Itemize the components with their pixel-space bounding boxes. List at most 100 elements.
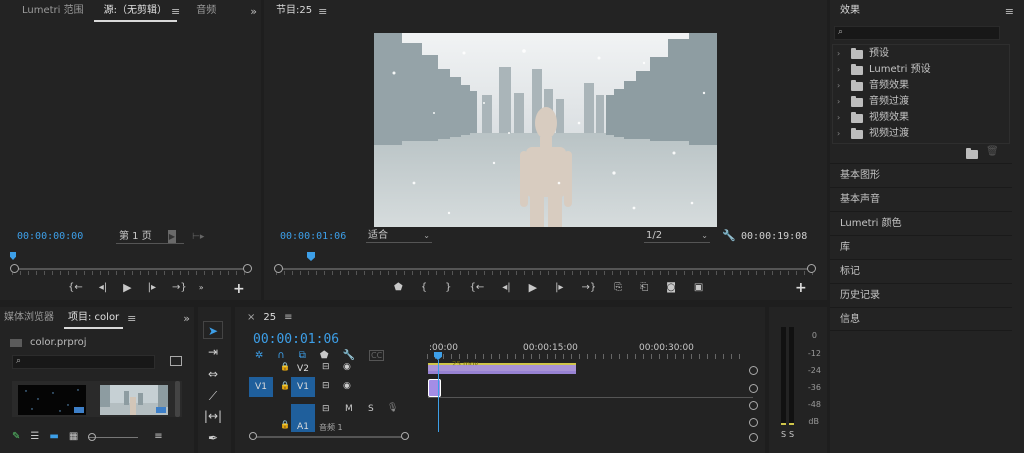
wrench-icon[interactable]: 🔧 (722, 229, 736, 242)
v-scroll-v2-handle[interactable] (749, 366, 758, 375)
section-essential-sound[interactable]: 基本声音 (830, 187, 1012, 211)
new-search-bin-icon[interactable] (170, 356, 182, 366)
v2-lock-icon[interactable]: 🔒 (280, 362, 290, 371)
marker-icon[interactable]: ⬟ (394, 282, 403, 293)
step-forward-icon[interactable]: |▸ (555, 282, 563, 293)
track-select-tool-icon[interactable]: ⇥ (203, 343, 223, 361)
a1-lock-icon[interactable]: 🔒 (280, 420, 290, 429)
project-expand-icon[interactable]: » (183, 312, 190, 325)
thumbnail-particles[interactable] (18, 385, 86, 415)
fx-item-audio-effects[interactable]: › 音频效果 (833, 78, 1009, 94)
source-timecode[interactable]: 00:00:00:00 (17, 231, 83, 242)
source-settings-icon[interactable]: ⊢▸ (192, 232, 204, 242)
tab-lumetri-scopes[interactable]: Lumetri 范围 (0, 0, 94, 22)
source-scrub-end[interactable] (243, 264, 252, 273)
zoom-slider-handle[interactable] (88, 432, 97, 441)
fit-dropdown[interactable]: 适合 ⌄ (366, 229, 432, 243)
mark-out-icon[interactable]: } (445, 282, 451, 293)
v2-sync-icon[interactable]: ⊟ (322, 362, 330, 372)
source-menu-icon[interactable]: ≡ (171, 5, 180, 18)
tab-program[interactable]: 节目:25 (264, 0, 322, 22)
track-v1-label[interactable]: V1 (291, 377, 315, 397)
tab-effects[interactable]: 效果 (830, 0, 870, 22)
extract-icon[interactable]: ⎗ (640, 282, 648, 293)
program-timecode[interactable]: 00:00:01:06 (280, 231, 346, 242)
project-scrollbar[interactable] (175, 381, 180, 417)
pen-tool-icon[interactable]: ✒ (203, 429, 223, 447)
program-scrub-start[interactable] (274, 264, 283, 273)
h-scroll-left-handle[interactable] (249, 432, 257, 440)
effects-menu-icon[interactable]: ≡ (1005, 5, 1014, 18)
a1-solo-button[interactable]: S (368, 404, 374, 414)
section-lumetri-color[interactable]: Lumetri 颜色 (830, 211, 1012, 235)
tab-project[interactable]: 项目: color (64, 307, 124, 329)
track-v2-label[interactable]: V2 (291, 359, 315, 379)
mark-in-icon[interactable]: { (421, 282, 427, 293)
solo-right-button[interactable]: S (789, 430, 794, 439)
quality-dropdown[interactable]: 1/2 ⌄ (644, 229, 710, 243)
effects-search-input[interactable]: ⌕ (834, 26, 1000, 40)
timeline-close-icon[interactable]: × (247, 312, 255, 323)
source-expand-icon[interactable]: » (250, 5, 257, 18)
timeline-ruler[interactable]: :00:00 00:00:15:00 00:00:30:00 (427, 341, 747, 361)
go-to-in-icon[interactable]: {← (469, 282, 484, 293)
selection-tool-icon[interactable]: ➤ (203, 321, 223, 339)
section-essential-graphics[interactable]: 基本图形 (830, 163, 1012, 187)
play-icon[interactable]: ▶ (529, 281, 537, 294)
project-search-input[interactable]: ⌕ (12, 355, 155, 369)
lift-icon[interactable]: ⎘ (614, 282, 622, 293)
thumbnail-city[interactable] (100, 385, 168, 415)
h-scroll-right-handle[interactable] (401, 432, 409, 440)
add-marker-icon[interactable]: ⬟ (320, 350, 329, 361)
source-scrubber[interactable] (10, 262, 252, 276)
slip-tool-icon[interactable]: |↔| (203, 407, 223, 425)
clip-v1[interactable] (428, 379, 441, 397)
timeline-settings-icon[interactable]: 🔧 (343, 350, 355, 361)
solo-left-button[interactable]: S (781, 430, 786, 439)
captions-icon[interactable]: CC (369, 350, 385, 361)
track-a1-label[interactable]: A1 (291, 404, 315, 432)
v-scroll-a1-top-handle[interactable] (749, 401, 758, 410)
v1-eye-icon[interactable]: ◉ (343, 381, 351, 391)
v-scroll-end-handle[interactable] (749, 433, 758, 442)
section-info[interactable]: 信息 (830, 307, 1012, 331)
section-markers[interactable]: 标记 (830, 259, 1012, 283)
zoom-slider[interactable] (88, 432, 139, 442)
v-scroll-v1-handle[interactable] (749, 384, 758, 393)
tab-media-browser[interactable]: 媒体浏览器 (0, 307, 64, 329)
fx-item-lumetri-presets[interactable]: › Lumetri 预设 (833, 62, 1009, 78)
v1-source-patch[interactable]: V1 (249, 377, 273, 397)
step-back-icon[interactable]: ◂| (502, 282, 510, 293)
go-to-out-icon[interactable]: →} (581, 282, 596, 293)
icon-view-icon[interactable]: ▬ (49, 431, 58, 442)
fx-item-video-transitions[interactable]: › 视频过渡 (833, 126, 1009, 142)
timeline-tab[interactable]: 25 (263, 312, 276, 323)
fx-item-presets[interactable]: › 预设 (833, 46, 1009, 62)
v1-sync-icon[interactable]: ⊟ (322, 381, 330, 391)
program-add-button[interactable]: + (795, 280, 807, 296)
camera-icon[interactable]: ◙ (666, 282, 676, 293)
freeform-view-icon[interactable]: ▦ (69, 431, 78, 442)
list-view-icon[interactable]: ☰ (30, 431, 39, 442)
program-scrubber[interactable] (274, 262, 816, 276)
program-playhead-icon[interactable] (307, 252, 315, 261)
clip-v1-top[interactable] (428, 365, 576, 374)
timeline-menu-icon[interactable]: ≡ (284, 312, 292, 323)
nest-icon[interactable]: ✲ (255, 350, 263, 361)
timeline-timecode[interactable]: 00:00:01:06 (253, 332, 339, 347)
a1-sync-icon[interactable]: ⊟ (322, 404, 330, 414)
v1-lock-icon[interactable]: 🔒 (280, 381, 290, 390)
fx-item-video-effects[interactable]: › 视频效果 (833, 110, 1009, 126)
razor-tool-icon[interactable]: ⟋ (203, 387, 223, 405)
section-history[interactable]: 历史记录 (830, 283, 1012, 307)
pencil-icon[interactable]: ✎ (12, 431, 20, 442)
v2-eye-icon[interactable]: ◉ (343, 362, 351, 372)
tab-source[interactable]: 源:（无剪辑） (93, 0, 177, 22)
go-to-out-icon[interactable]: →} (172, 282, 187, 293)
source-scrub-start[interactable] (10, 264, 19, 273)
source-playhead-icon[interactable] (10, 252, 16, 260)
source-page-dropdown[interactable]: 第 1 页 ▶ (116, 230, 184, 244)
sort-icon[interactable]: ≡ (154, 431, 162, 442)
source-add-button[interactable]: + (233, 281, 245, 297)
go-to-in-icon[interactable]: {← (68, 282, 83, 293)
